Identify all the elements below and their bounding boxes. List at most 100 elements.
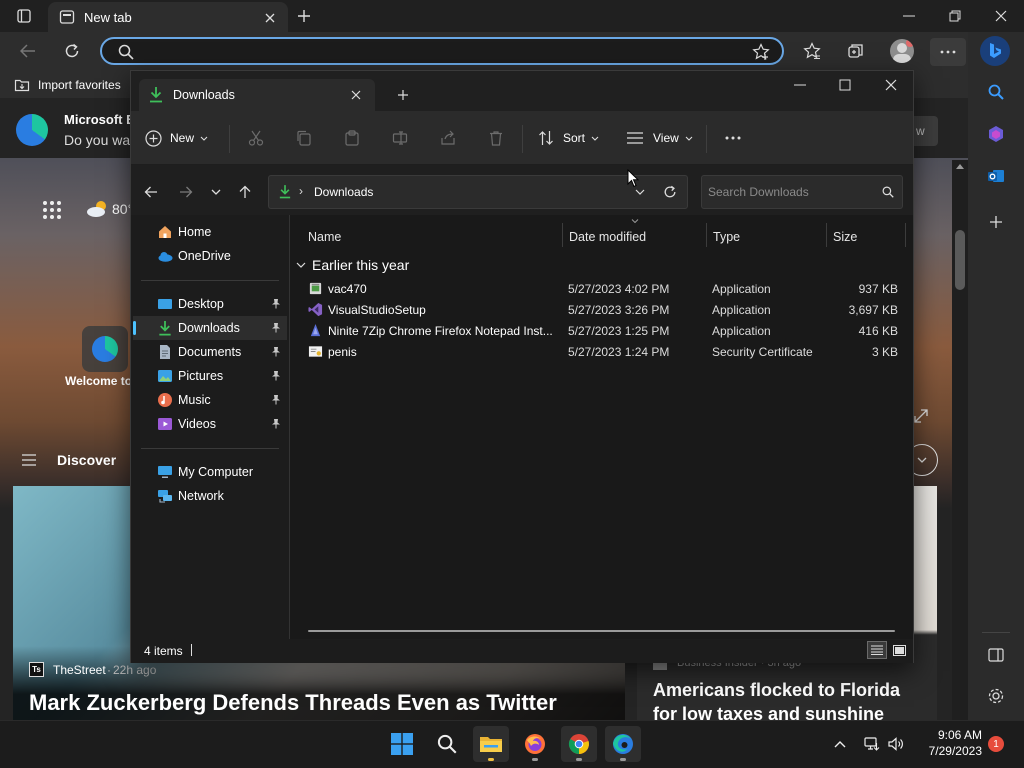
address-bar[interactable] bbox=[100, 37, 784, 65]
table-row[interactable]: VisualStudioSetup 5/27/2023 3:26 PM Appl… bbox=[294, 300, 906, 321]
scroll-up-arrow-icon[interactable] bbox=[956, 164, 964, 169]
start-button[interactable] bbox=[384, 726, 420, 762]
up-arrow-icon[interactable] bbox=[235, 182, 255, 202]
sort-button[interactable]: Sort bbox=[538, 126, 599, 150]
rename-icon[interactable] bbox=[389, 127, 411, 149]
weather-widget[interactable]: 80° bbox=[86, 198, 136, 220]
network-status-icon[interactable] bbox=[862, 734, 882, 754]
forward-arrow-icon[interactable] bbox=[176, 182, 196, 202]
breadcrumb-downloads[interactable]: Downloads bbox=[314, 185, 373, 199]
refresh-icon[interactable] bbox=[60, 41, 84, 61]
details-view-toggle[interactable] bbox=[867, 641, 887, 659]
column-divider[interactable] bbox=[562, 223, 563, 247]
minimize-browser-icon[interactable] bbox=[896, 6, 922, 26]
search-downloads-input[interactable] bbox=[708, 182, 876, 202]
news-headline[interactable]: Mark Zuckerberg Defends Threads Even as … bbox=[29, 690, 557, 716]
expand-icon[interactable] bbox=[914, 409, 928, 423]
table-row[interactable]: Ninite 7Zip Chrome Firefox Notepad Inst.… bbox=[294, 321, 906, 342]
new-button[interactable]: New bbox=[145, 126, 208, 150]
nav-item-downloads[interactable]: Downloads bbox=[133, 316, 287, 340]
explorer-maximize-icon[interactable] bbox=[832, 75, 858, 95]
copy-icon[interactable] bbox=[293, 127, 315, 149]
nav-label-my-computer: My Computer bbox=[178, 465, 254, 479]
scrollbar-thumb[interactable] bbox=[955, 230, 965, 290]
settings-and-more-button[interactable] bbox=[930, 38, 966, 66]
discover-menu-icon[interactable] bbox=[22, 454, 36, 466]
nav-item-desktop[interactable]: Desktop bbox=[133, 292, 287, 316]
browser-tab-new-tab[interactable]: New tab bbox=[48, 2, 288, 32]
share-icon[interactable] bbox=[437, 127, 459, 149]
nav-item-pictures[interactable]: Pictures bbox=[133, 364, 287, 388]
paste-icon[interactable] bbox=[341, 127, 363, 149]
group-header[interactable]: Earlier this year bbox=[296, 256, 409, 274]
close-browser-icon[interactable] bbox=[988, 6, 1014, 26]
nav-item-onedrive[interactable]: OneDrive bbox=[133, 244, 287, 268]
close-tab-icon[interactable] bbox=[262, 10, 278, 26]
sort-button-label: Sort bbox=[563, 131, 586, 145]
nav-item-my-computer[interactable]: My Computer bbox=[133, 460, 287, 484]
back-arrow-icon[interactable] bbox=[141, 182, 161, 202]
cut-icon[interactable] bbox=[245, 127, 267, 149]
nav-item-documents[interactable]: Documents bbox=[133, 340, 287, 364]
recent-locations-chevron-icon[interactable] bbox=[206, 182, 226, 202]
see-more-icon[interactable] bbox=[721, 129, 745, 147]
favorites-icon[interactable] bbox=[800, 41, 824, 61]
new-tab-plus-icon[interactable] bbox=[292, 6, 316, 26]
search-downloads-box[interactable] bbox=[701, 175, 903, 209]
column-divider[interactable] bbox=[905, 223, 906, 247]
notification-badge[interactable]: 1 bbox=[988, 736, 1004, 752]
column-header-size[interactable]: Size bbox=[833, 225, 857, 249]
quick-link-edge[interactable] bbox=[82, 326, 128, 372]
back-arrow-icon[interactable] bbox=[16, 41, 40, 61]
horizontal-scrollbar[interactable] bbox=[308, 630, 895, 632]
show-hidden-icons-chevron-icon[interactable] bbox=[830, 734, 850, 754]
sidebar-settings-gear-icon[interactable] bbox=[984, 686, 1008, 706]
file-name: VisualStudioSetup bbox=[328, 303, 426, 317]
column-header-type[interactable]: Type bbox=[713, 225, 740, 249]
add-favorite-star-icon[interactable] bbox=[752, 43, 770, 61]
explorer-close-icon[interactable] bbox=[878, 75, 904, 95]
chevron-down-icon bbox=[917, 457, 927, 463]
close-explorer-tab-icon[interactable] bbox=[347, 87, 365, 103]
column-divider[interactable] bbox=[826, 223, 827, 247]
nav-item-home[interactable]: Home bbox=[133, 220, 287, 244]
news-right-headline-1[interactable]: Americans flocked to Florida bbox=[653, 680, 900, 701]
news-right-headline-2[interactable]: for low taxes and sunshine bbox=[653, 704, 884, 720]
explorer-new-tab-icon[interactable] bbox=[393, 85, 413, 105]
profile-avatar[interactable] bbox=[890, 39, 914, 63]
tiles-view-toggle[interactable] bbox=[889, 641, 909, 659]
view-button[interactable]: View bbox=[627, 126, 693, 150]
refresh-icon[interactable] bbox=[661, 183, 679, 201]
page-scrollbar[interactable] bbox=[952, 160, 968, 720]
discover-tab[interactable]: Discover bbox=[57, 452, 116, 468]
nav-item-network[interactable]: Network bbox=[133, 484, 287, 508]
explorer-minimize-icon[interactable] bbox=[787, 75, 813, 95]
taskbar-edge[interactable] bbox=[605, 726, 641, 762]
explorer-tab-downloads[interactable]: Downloads bbox=[139, 79, 375, 111]
column-divider[interactable] bbox=[706, 223, 707, 247]
import-favorites-link[interactable]: Import favorites bbox=[14, 76, 121, 94]
sidebar-add-icon[interactable] bbox=[984, 212, 1008, 232]
column-header-date-modified[interactable]: Date modified bbox=[569, 225, 646, 249]
volume-icon[interactable] bbox=[886, 734, 906, 754]
copilot-icon[interactable] bbox=[984, 124, 1008, 144]
apps-grid-icon[interactable] bbox=[42, 200, 62, 220]
taskbar-chrome[interactable] bbox=[561, 726, 597, 762]
clock[interactable]: 9:06 AM 7/29/2023 bbox=[914, 727, 982, 763]
table-row[interactable]: penis 5/27/2023 1:24 PM Security Certifi… bbox=[294, 342, 906, 363]
bing-chat-icon[interactable] bbox=[980, 36, 1010, 66]
taskbar-firefox[interactable] bbox=[517, 726, 553, 762]
delete-icon[interactable] bbox=[485, 127, 507, 149]
tab-actions-icon[interactable] bbox=[12, 6, 36, 26]
table-row[interactable]: vac470 5/27/2023 4:02 PM Application 937… bbox=[294, 279, 906, 300]
taskbar-file-explorer[interactable] bbox=[473, 726, 509, 762]
restore-browser-icon[interactable] bbox=[942, 6, 968, 26]
hide-sidebar-icon[interactable] bbox=[984, 645, 1008, 665]
nav-item-videos[interactable]: Videos bbox=[133, 412, 287, 436]
nav-item-music[interactable]: Music bbox=[133, 388, 287, 412]
outlook-icon[interactable] bbox=[984, 166, 1008, 186]
column-header-name[interactable]: Name bbox=[308, 225, 341, 249]
taskbar-search-button[interactable] bbox=[429, 726, 465, 762]
sidebar-search-icon[interactable] bbox=[984, 82, 1008, 102]
collections-icon[interactable] bbox=[844, 41, 868, 61]
